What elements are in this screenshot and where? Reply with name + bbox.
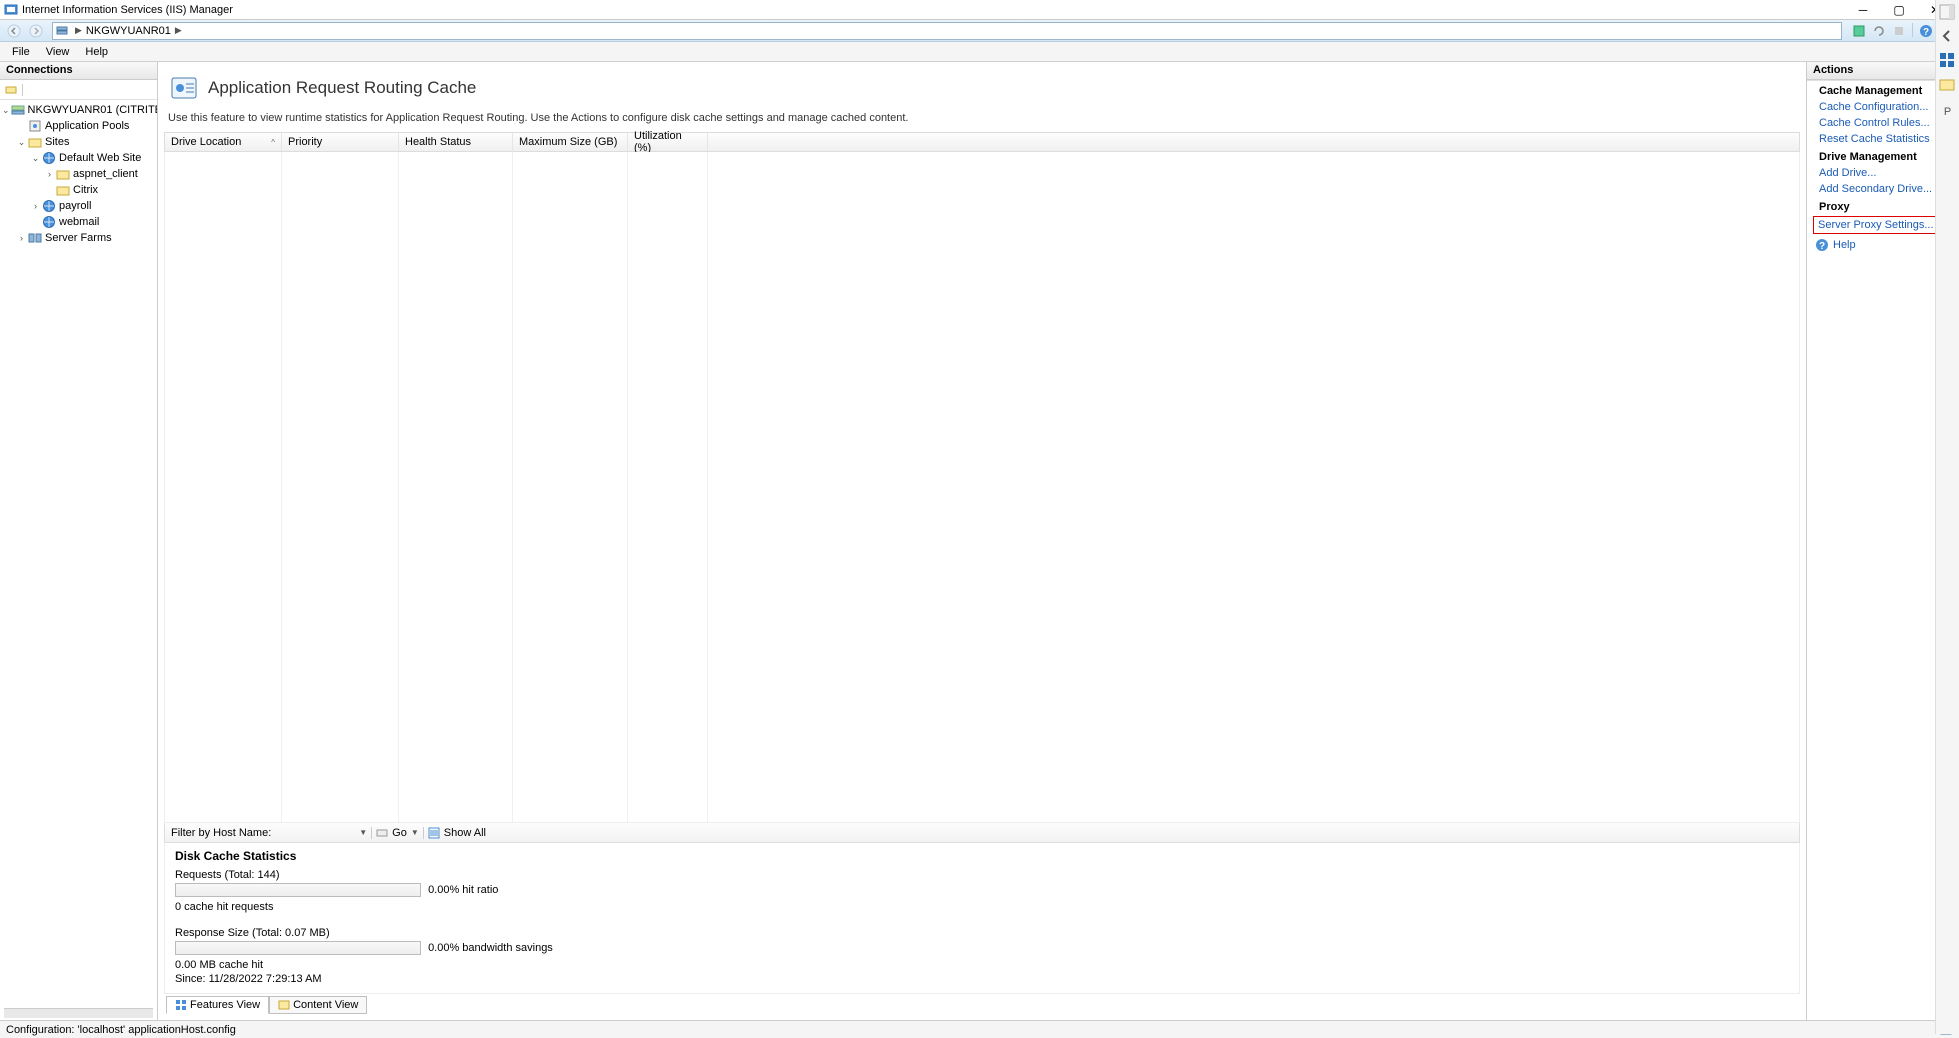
connections-panel: Connections ⌄ NKGWYUANR01 (CITRITE\yua A… bbox=[0, 62, 158, 1020]
breadcrumb-sep-icon: ▶ bbox=[75, 25, 82, 36]
quick-link-icon[interactable] bbox=[1850, 23, 1868, 39]
col-health-status[interactable]: Health Status bbox=[399, 133, 513, 151]
bandwidth-savings-progress bbox=[175, 941, 421, 955]
help-toolbar-icon[interactable]: ? bbox=[1917, 23, 1935, 39]
menu-help[interactable]: Help bbox=[77, 44, 116, 60]
svg-text:?: ? bbox=[1819, 241, 1825, 252]
window-title: Internet Information Services (IIS) Mana… bbox=[22, 4, 1853, 16]
page-description: Use this feature to view runtime statist… bbox=[164, 108, 1800, 132]
expander-icon[interactable]: ⌄ bbox=[30, 153, 41, 164]
filter-dropdown-icon[interactable]: ▼ bbox=[359, 828, 367, 837]
right-edge-toolbar: P bbox=[1935, 0, 1959, 1034]
help-icon: ? bbox=[1815, 238, 1829, 252]
edge-label: P bbox=[1944, 106, 1951, 118]
folder-icon bbox=[56, 183, 70, 197]
disk-cache-statistics: Disk Cache Statistics Requests (Total: 1… bbox=[164, 843, 1800, 994]
content-view-icon bbox=[278, 999, 290, 1011]
expander-icon[interactable]: › bbox=[16, 233, 27, 243]
menu-bar: File View Help bbox=[0, 42, 1959, 62]
app-pools-icon bbox=[28, 119, 42, 133]
tree-sites[interactable]: Sites bbox=[45, 136, 69, 148]
bandwidth-savings-label: 0.00% bandwidth savings bbox=[428, 942, 553, 954]
maximize-button[interactable]: ▢ bbox=[1889, 2, 1909, 18]
stop-icon[interactable] bbox=[1890, 23, 1908, 39]
tree-server[interactable]: NKGWYUANR01 (CITRITE\yua bbox=[28, 104, 157, 116]
tree-payroll[interactable]: payroll bbox=[59, 200, 91, 212]
response-size-total: Response Size (Total: 0.07 MB) bbox=[175, 927, 1789, 939]
expander-icon[interactable]: ⌄ bbox=[2, 105, 10, 116]
minimize-button[interactable]: ─ bbox=[1853, 2, 1873, 18]
page-title: Application Request Routing Cache bbox=[208, 78, 476, 98]
tree-server-farms[interactable]: Server Farms bbox=[45, 232, 112, 244]
tree-default-web-site[interactable]: Default Web Site bbox=[59, 152, 141, 164]
back-button[interactable] bbox=[4, 22, 24, 40]
server-farms-icon bbox=[28, 231, 42, 245]
col-priority[interactable]: Priority bbox=[282, 133, 399, 151]
mb-cache-hit: 0.00 MB cache hit bbox=[175, 959, 1789, 971]
drive-grid-body[interactable] bbox=[164, 152, 1800, 823]
go-dropdown-icon[interactable]: ▼ bbox=[411, 828, 419, 837]
website-icon bbox=[42, 215, 56, 229]
address-bar: ▶ NKGWYUANR01 ▶ ? bbox=[0, 20, 1959, 42]
forward-button[interactable] bbox=[26, 22, 46, 40]
show-all-icon[interactable] bbox=[428, 827, 440, 839]
folder-icon bbox=[56, 167, 70, 181]
connections-header: Connections bbox=[0, 62, 157, 80]
filter-bar: Filter by Host Name: ▼ Go ▼ Show All bbox=[164, 823, 1800, 843]
sort-indicator-icon: ^ bbox=[271, 138, 275, 147]
go-button[interactable]: Go bbox=[392, 827, 407, 839]
svg-text:?: ? bbox=[1923, 27, 1929, 38]
filter-label: Filter by Host Name: bbox=[171, 827, 271, 839]
view-tabs: Features View Content View bbox=[164, 994, 1800, 1014]
tree-app-pools[interactable]: Application Pools bbox=[45, 120, 129, 132]
go-icon[interactable] bbox=[376, 827, 388, 839]
tab-content-view[interactable]: Content View bbox=[269, 996, 367, 1014]
refresh-icon[interactable] bbox=[1870, 23, 1888, 39]
edge-folder-icon[interactable] bbox=[1939, 76, 1957, 94]
cache-hit-requests: 0 cache hit requests bbox=[175, 901, 1789, 913]
website-icon bbox=[42, 199, 56, 213]
action-server-proxy-settings[interactable]: Server Proxy Settings... bbox=[1813, 216, 1953, 234]
show-all-button[interactable]: Show All bbox=[444, 827, 486, 839]
connections-tree[interactable]: ⌄ NKGWYUANR01 (CITRITE\yua Application P… bbox=[0, 100, 157, 1008]
website-icon bbox=[42, 151, 56, 165]
menu-file[interactable]: File bbox=[4, 44, 38, 60]
edge-grid-icon[interactable] bbox=[1939, 52, 1957, 70]
breadcrumb-server[interactable]: NKGWYUANR01 bbox=[86, 25, 171, 37]
col-utilization[interactable]: Utilization (%) bbox=[628, 133, 708, 151]
drive-grid-header: Drive Location^ Priority Health Status M… bbox=[164, 132, 1800, 152]
menu-view[interactable]: View bbox=[38, 44, 78, 60]
connections-toolbar bbox=[0, 80, 157, 100]
requests-total: Requests (Total: 144) bbox=[175, 869, 1789, 881]
connect-icon[interactable] bbox=[4, 83, 18, 97]
filter-hostname-input[interactable] bbox=[275, 826, 355, 840]
tree-webmail[interactable]: webmail bbox=[59, 216, 99, 228]
edge-back-icon[interactable] bbox=[1939, 28, 1957, 46]
arr-cache-icon bbox=[168, 72, 200, 104]
expander-icon[interactable]: › bbox=[44, 169, 55, 179]
tree-aspnet-client[interactable]: aspnet_client bbox=[73, 168, 138, 180]
col-drive-location[interactable]: Drive Location^ bbox=[165, 133, 282, 151]
stats-title: Disk Cache Statistics bbox=[175, 849, 1789, 863]
hit-ratio-label: 0.00% hit ratio bbox=[428, 884, 498, 896]
server-icon bbox=[55, 24, 69, 38]
tab-features-view[interactable]: Features View bbox=[166, 996, 269, 1014]
col-max-size[interactable]: Maximum Size (GB) bbox=[513, 133, 628, 151]
server-node-icon bbox=[11, 103, 25, 117]
edge-panel-icon[interactable] bbox=[1939, 4, 1957, 22]
features-view-icon bbox=[175, 999, 187, 1011]
status-bar: Configuration: 'localhost' applicationHo… bbox=[0, 1020, 1959, 1038]
breadcrumb-sep-icon: ▶ bbox=[175, 25, 182, 36]
hit-ratio-progress bbox=[175, 883, 421, 897]
tree-citrix[interactable]: Citrix bbox=[73, 184, 98, 196]
window-titlebar: Internet Information Services (IIS) Mana… bbox=[0, 0, 1959, 20]
iis-app-icon bbox=[4, 3, 18, 17]
breadcrumb-box[interactable]: ▶ NKGWYUANR01 ▶ bbox=[52, 22, 1842, 40]
expander-icon[interactable]: ⌄ bbox=[16, 137, 27, 148]
horizontal-scrollbar[interactable] bbox=[4, 1008, 153, 1018]
sites-folder-icon bbox=[28, 135, 42, 149]
expander-icon[interactable]: › bbox=[30, 201, 41, 211]
stats-since: Since: 11/28/2022 7:29:13 AM bbox=[175, 973, 1789, 985]
feature-panel: Application Request Routing Cache Use th… bbox=[158, 62, 1807, 1020]
